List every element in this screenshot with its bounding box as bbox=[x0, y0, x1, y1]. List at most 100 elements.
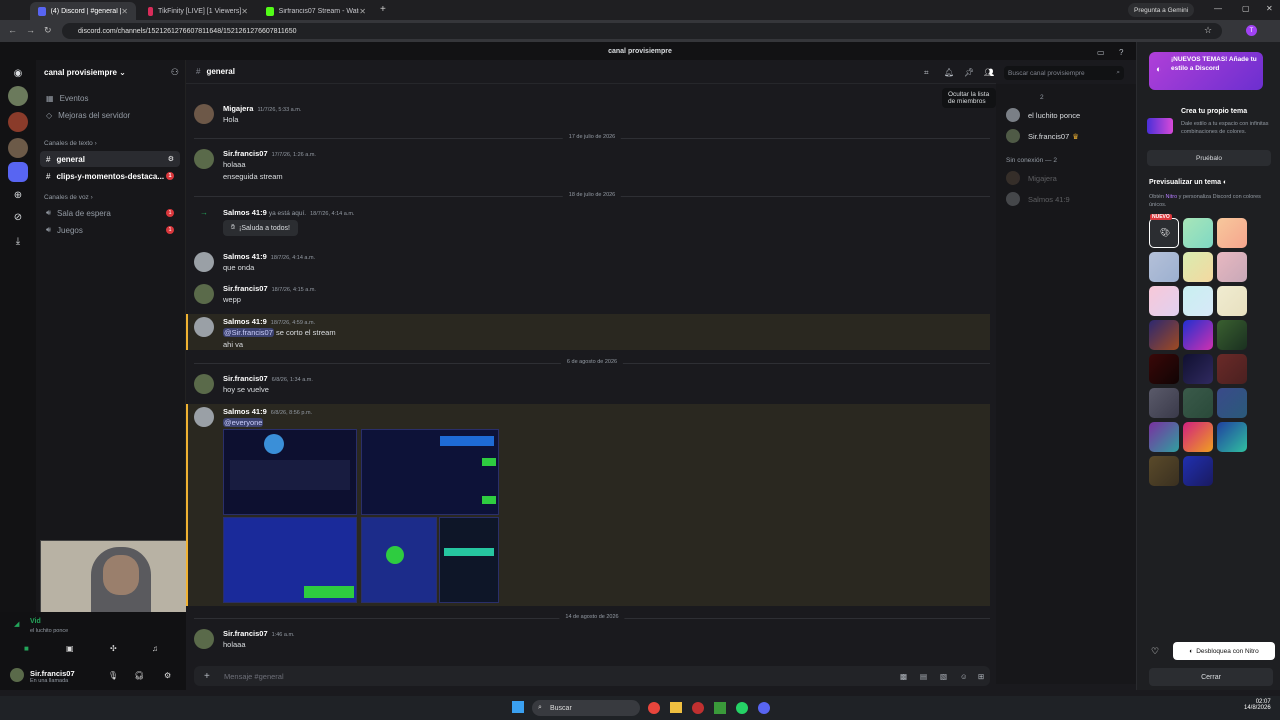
avatar[interactable] bbox=[194, 407, 214, 427]
heart-icon[interactable]: ♡ bbox=[1151, 646, 1159, 657]
nitro-link[interactable]: Nitro bbox=[1166, 194, 1178, 200]
user-settings-icon[interactable]: ⚙ bbox=[164, 671, 171, 680]
boosts-item[interactable]: ◇ Mejoras del servidor bbox=[40, 107, 180, 123]
theme-swatch[interactable] bbox=[1217, 354, 1247, 384]
theme-swatch[interactable] bbox=[1149, 286, 1179, 316]
camera-icon[interactable]: ■ bbox=[24, 644, 29, 653]
screen-share-icon[interactable]: ▣ bbox=[66, 644, 74, 653]
theme-swatch[interactable] bbox=[1149, 252, 1179, 282]
theme-swatch-custom[interactable]: NUEVO 🎨︎ bbox=[1149, 214, 1179, 248]
theme-swatch[interactable] bbox=[1149, 320, 1179, 350]
app-taskbar-icon[interactable] bbox=[692, 702, 704, 714]
theme-swatch[interactable] bbox=[1217, 286, 1247, 316]
avatar[interactable] bbox=[194, 104, 214, 124]
threads-icon[interactable]: ⌗ bbox=[924, 68, 933, 77]
username[interactable]: Sir.francis07 bbox=[30, 669, 75, 678]
events-item[interactable]: ▦ Eventos bbox=[40, 90, 180, 106]
maximize-icon[interactable]: ▢ bbox=[1242, 4, 1250, 13]
inbox-icon[interactable]: ▭ bbox=[1097, 48, 1105, 57]
channel-general[interactable]: # general ⚙ bbox=[40, 151, 180, 167]
message-author[interactable]: Sir.francis07 18/7/26, 4:15 a.m. bbox=[223, 284, 316, 293]
avatar[interactable] bbox=[194, 374, 214, 394]
avatar[interactable] bbox=[194, 252, 214, 272]
server-icon[interactable] bbox=[8, 86, 28, 106]
theme-swatch[interactable] bbox=[1183, 388, 1213, 418]
server-icon[interactable] bbox=[8, 138, 28, 158]
user-mention[interactable]: @Sir.francis07 bbox=[223, 328, 274, 337]
voice-channel-games[interactable]: 🔊︎ Juegos 1 bbox=[40, 222, 180, 238]
apps-icon[interactable]: ⊞ bbox=[978, 672, 984, 681]
theme-swatch[interactable] bbox=[1217, 320, 1247, 350]
voice-category[interactable]: Canales de voz › bbox=[44, 194, 93, 201]
theme-swatch[interactable] bbox=[1149, 388, 1179, 418]
voice-channel-waiting[interactable]: 🔊︎ Sala de espera 1 bbox=[40, 205, 180, 221]
theme-swatch[interactable] bbox=[1183, 286, 1213, 316]
profile-avatar[interactable]: T bbox=[1246, 25, 1257, 36]
minimize-icon[interactable]: — bbox=[1214, 4, 1222, 13]
message-author[interactable]: Sir.francis07 17/7/26, 1:26 a.m. bbox=[223, 149, 316, 158]
everyone-mention[interactable]: @everyone bbox=[223, 418, 264, 427]
tab-discord[interactable]: (4) Discord | #general | can ✕ bbox=[30, 2, 136, 20]
forward-icon[interactable]: → bbox=[26, 25, 35, 35]
address-bar[interactable]: discord.com/channels/1521261276607811648… bbox=[62, 23, 1222, 39]
server-icon-active[interactable] bbox=[8, 162, 28, 182]
discord-home-icon[interactable]: ◉ bbox=[8, 64, 28, 84]
close-tab-icon[interactable]: ✕ bbox=[121, 7, 128, 16]
activities-icon[interactable]: ✣ bbox=[110, 644, 117, 653]
message-author[interactable]: Migajera 11/7/26, 5:33 a.m. bbox=[223, 104, 301, 113]
message-composer[interactable]: + Mensaje #general ▩ ▤ ▧ ☺ ⊞ bbox=[194, 666, 990, 686]
windows-start-icon[interactable] bbox=[512, 701, 524, 713]
close-tab-icon[interactable]: ✕ bbox=[241, 7, 248, 16]
theme-swatch[interactable] bbox=[1183, 422, 1213, 452]
theme-swatch[interactable] bbox=[1217, 218, 1247, 248]
unlock-nitro-button[interactable]: ◐ Desbloquea con Nitro bbox=[1173, 642, 1275, 660]
guild-name-button[interactable]: canal provisiempre ⌄ bbox=[44, 68, 126, 77]
clock[interactable]: 02:07 14/8/2026 bbox=[1244, 699, 1271, 711]
theme-swatch[interactable] bbox=[1183, 354, 1213, 384]
server-icon[interactable] bbox=[8, 112, 28, 132]
image-attachment[interactable] bbox=[223, 429, 357, 515]
discord-taskbar-icon[interactable] bbox=[758, 702, 770, 714]
theme-swatch[interactable] bbox=[1183, 218, 1213, 248]
wave-button[interactable]: ✋︎ ¡Saluda a todos! bbox=[223, 220, 298, 236]
member-item[interactable]: Migajera bbox=[1006, 171, 1057, 185]
headphones-icon[interactable]: 🎧︎ bbox=[134, 671, 144, 680]
close-button[interactable]: Cerrar bbox=[1149, 668, 1273, 686]
avatar[interactable] bbox=[194, 149, 214, 169]
settings-icon[interactable]: ⚙ bbox=[168, 155, 174, 163]
new-themes-banner[interactable]: ◐ ¡NUEVOS TEMAS! Añade tu estilo a Disco… bbox=[1149, 52, 1263, 90]
add-server-icon[interactable]: ⊕ bbox=[8, 186, 28, 206]
message-author[interactable]: Sir.francis07 1:46 a.m. bbox=[223, 629, 295, 638]
member-list-icon[interactable]: 👥︎ bbox=[984, 68, 994, 77]
message-author[interactable]: Salmos 41:9 6/8/26, 8:56 p.m. bbox=[223, 407, 312, 416]
whatsapp-icon[interactable] bbox=[736, 702, 748, 714]
theme-swatch[interactable] bbox=[1217, 388, 1247, 418]
new-tab-icon[interactable]: + bbox=[380, 4, 386, 15]
file-explorer-icon[interactable] bbox=[670, 702, 682, 713]
image-attachment[interactable] bbox=[361, 517, 437, 603]
notification-bell-icon[interactable]: 🔔︎ bbox=[944, 68, 954, 77]
gift-icon[interactable]: ▩ bbox=[900, 672, 907, 681]
theme-swatch[interactable] bbox=[1183, 252, 1213, 282]
image-attachment[interactable] bbox=[439, 517, 499, 603]
emoji-icon[interactable]: ☺ bbox=[960, 672, 968, 681]
back-icon[interactable]: ← bbox=[8, 25, 17, 35]
close-window-icon[interactable]: ✕ bbox=[1266, 4, 1273, 13]
try-button[interactable]: Pruébalo bbox=[1147, 150, 1271, 166]
gif-icon[interactable]: ▤ bbox=[920, 672, 927, 681]
message-author[interactable]: Sir.francis07 6/8/26, 1:34 a.m. bbox=[223, 374, 313, 383]
taskbar-search[interactable]: ⌕ Buscar bbox=[532, 700, 640, 716]
reload-icon[interactable]: ↻ bbox=[44, 25, 52, 36]
theme-swatch[interactable] bbox=[1217, 252, 1247, 282]
channel-clips[interactable]: # clips-y-momentos-destaca... 1 bbox=[40, 168, 180, 184]
avatar[interactable] bbox=[194, 284, 214, 304]
discover-icon[interactable]: ⊘ bbox=[8, 208, 28, 228]
avatar[interactable] bbox=[194, 629, 214, 649]
message-author[interactable]: Salmos 41:9 ya está aquí. 18/7/26, 4:14 a… bbox=[223, 208, 354, 217]
add-member-icon[interactable]: ⚇ bbox=[171, 67, 179, 78]
avatar[interactable] bbox=[10, 668, 24, 682]
search-input[interactable]: Buscar canal provisiempre ⌕ bbox=[1004, 66, 1124, 80]
member-item[interactable]: Sir.francis07 ♛ bbox=[1006, 129, 1079, 143]
avatar[interactable] bbox=[194, 317, 214, 337]
member-item[interactable]: Salmos 41:9 bbox=[1006, 192, 1070, 206]
